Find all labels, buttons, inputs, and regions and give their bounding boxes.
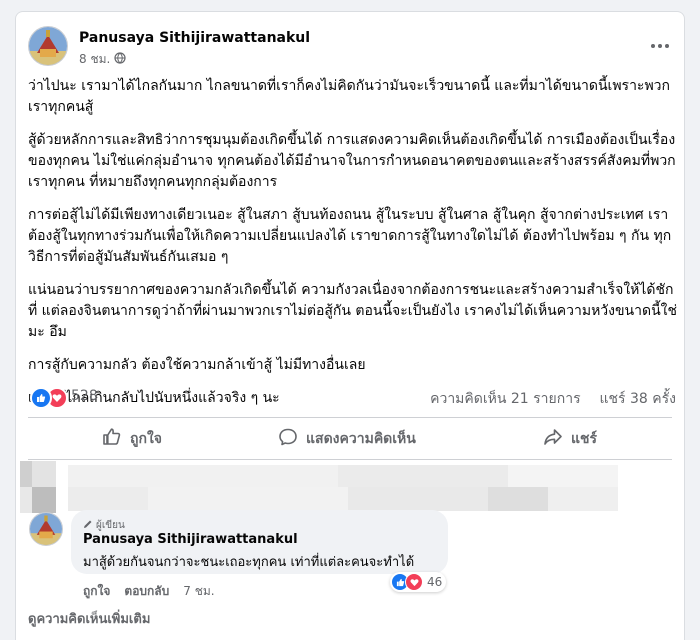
comment-bubble: ผู้เขียน Panusaya Sithijirawattanakul มา… [71,510,448,574]
share-button[interactable]: แชร์ [543,424,597,454]
author-name[interactable]: Panusaya Sithijirawattanakul [79,30,310,46]
redacted-block [68,465,338,487]
comment-button-label: แสดงความคิดเห็น [306,431,416,447]
post-paragraph: การสู้กับความกลัว ต้องใช้ความกล้าเข้าสู้… [28,357,366,373]
shares-count[interactable]: แชร์ 38 ครั้ง [600,391,676,407]
author-avatar[interactable] [28,26,68,66]
comment-reply-button[interactable]: ตอบกลับ [124,582,169,601]
comment-time[interactable]: 7 ชม. [183,582,214,601]
redacted-block [508,465,618,487]
globe-icon [114,52,126,67]
post-paragraph: สู้ด้วยหลักการและสิทธิว่าการชุมนุมต้องเก… [28,132,676,190]
comment-reaction-count: 46 [427,575,443,589]
reactions-row: 528 ความคิดเห็น 21 รายการ แชร์ 38 ครั้ง [28,384,676,410]
redacted-block [148,487,348,511]
post-stats: ความคิดเห็น 21 รายการ แชร์ 38 ครั้ง [430,388,676,410]
thumbs-up-icon [102,427,122,451]
comment-button[interactable]: แสดงความคิดเห็น [278,424,416,454]
comment-text: มาสู้ด้วยกันจนกว่าจะชนะเถอะทุกคน เท่าที่… [83,555,415,570]
pencil-icon [83,519,93,532]
redacted-comment [16,461,684,517]
divider [28,459,672,460]
comment-like-button[interactable]: ถูกใจ [83,582,110,601]
like-icon[interactable] [30,387,52,409]
divider [28,417,672,418]
share-icon [543,427,563,451]
author-badge: ผู้เขียน [83,518,125,533]
comment-icon [278,427,298,451]
redacted-block [548,487,618,511]
redacted-block [338,465,508,487]
author-badge-label: ผู้เขียน [96,520,125,531]
redacted-block [20,461,32,487]
commenter-name[interactable]: Panusaya Sithijirawattanakul [83,532,298,547]
like-button-label: ถูกใจ [130,431,162,447]
comments-count[interactable]: ความคิดเห็น 21 รายการ [430,391,581,407]
redacted-block [348,487,488,511]
reaction-count[interactable]: 528 [71,388,98,404]
comment-reactions[interactable]: 46 [390,572,447,592]
love-icon [405,573,423,591]
post-time-label: 8 ชม. [79,52,111,66]
comment-actions: ถูกใจ ตอบกลับ 7 ชม. [83,582,215,601]
post-card: Panusaya Sithijirawattanakul 8 ชม. ว่าไป… [15,11,685,640]
post-body: ว่าไปนะ เรามาได้ไกลกันมาก ไกลขนาดที่เราก… [28,76,678,421]
redacted-block [20,487,32,513]
post-time[interactable]: 8 ชม. [79,50,126,69]
post-paragraph: ว่าไปนะ เรามาได้ไกลกันมาก ไกลขนาดที่เราก… [28,78,671,115]
more-options-icon[interactable] [650,34,670,53]
redacted-block [32,487,56,513]
like-button[interactable]: ถูกใจ [102,424,162,454]
post-paragraph: การต่อสู้ไม่ได้มีเพียงทางเดียวเนอะ สู้ใน… [28,207,672,265]
redacted-block [68,487,148,511]
view-more-comments-link[interactable]: ดูความคิดเห็นเพิ่มเติม [28,608,150,629]
share-button-label: แชร์ [571,431,598,447]
redacted-block [488,487,548,511]
post-paragraph: แน่นอนว่าบรรยากาศของความกลัวเกิดขึ้นได้ … [28,282,677,340]
commenter-avatar[interactable] [29,512,63,546]
redacted-block [32,461,56,487]
